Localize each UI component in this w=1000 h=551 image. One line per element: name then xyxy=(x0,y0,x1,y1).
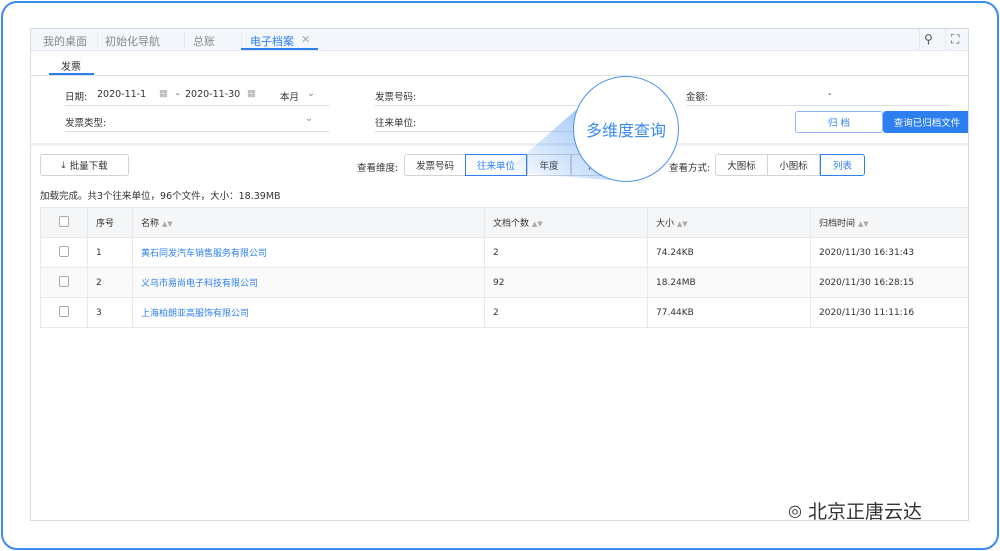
magnifier-cone xyxy=(505,102,610,180)
wechat-icon: ◎ xyxy=(788,501,802,520)
watermark-text: 北京正唐云达 xyxy=(807,501,922,523)
magnifier-callout: 多维度查询 xyxy=(573,76,679,182)
watermark: ◎ 北京正唐云达 xyxy=(788,497,922,524)
